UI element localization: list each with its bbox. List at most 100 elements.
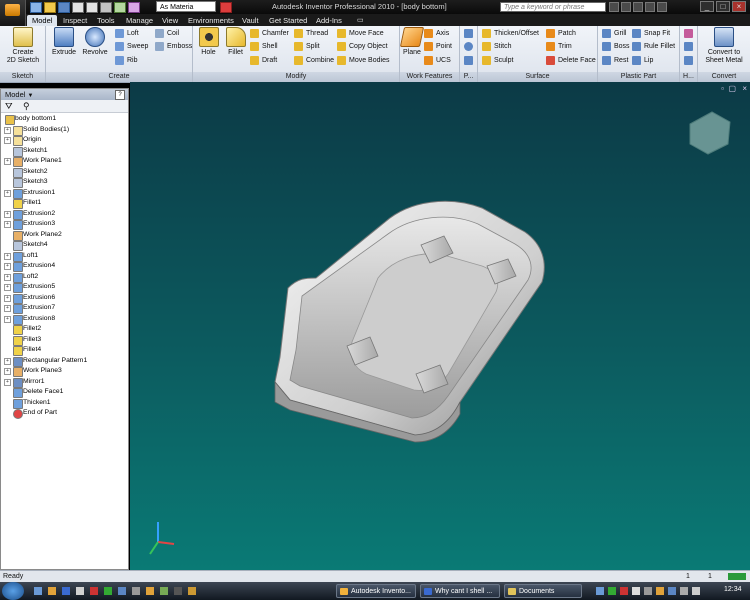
- maximize-button[interactable]: □: [716, 1, 730, 12]
- quicklaunch-icon-11[interactable]: [174, 587, 182, 595]
- expand-icon[interactable]: +: [4, 315, 11, 323]
- rib-button[interactable]: Rib: [115, 55, 138, 66]
- tab-add-ins[interactable]: Add-Ins: [311, 15, 347, 26]
- emboss-button[interactable]: Emboss: [155, 41, 192, 52]
- find-icon[interactable]: ⚲: [23, 101, 30, 112]
- harness-tool-3-button[interactable]: [684, 55, 694, 66]
- network-icon[interactable]: [680, 587, 688, 595]
- create-2d-sketch-button[interactable]: Create 2D Sketch: [4, 27, 42, 65]
- search-icon[interactable]: [609, 2, 619, 12]
- application-menu-button[interactable]: [0, 0, 26, 26]
- expand-icon[interactable]: +: [4, 305, 11, 312]
- sculpt-button[interactable]: Sculpt: [482, 55, 513, 66]
- tray-icon-6[interactable]: [656, 587, 664, 595]
- stitch-button[interactable]: Stitch: [482, 41, 512, 52]
- copy-object-button[interactable]: Copy Object: [337, 41, 388, 52]
- snap-fit-button[interactable]: Snap Fit: [632, 28, 670, 39]
- tray-icon-4[interactable]: [632, 587, 640, 595]
- new-icon[interactable]: [30, 2, 42, 13]
- thread-button[interactable]: Thread: [294, 28, 328, 39]
- thicken-offset-button[interactable]: Thicken/Offset: [482, 28, 539, 39]
- expand-icon[interactable]: +: [4, 158, 11, 165]
- quicklaunch-icon-12[interactable]: [188, 587, 196, 595]
- harness-tool-1-button[interactable]: [684, 28, 694, 39]
- save-icon[interactable]: [58, 2, 70, 13]
- undo-icon[interactable]: [72, 2, 84, 13]
- ie-icon[interactable]: [62, 587, 70, 595]
- graphics-viewport[interactable]: ▫ ▢ ×: [130, 82, 750, 570]
- quicklaunch-icon-8[interactable]: [132, 587, 140, 595]
- expand-icon[interactable]: +: [4, 189, 11, 197]
- help-icon[interactable]: [657, 2, 667, 12]
- axis-button[interactable]: Axis: [424, 28, 449, 39]
- volume-icon[interactable]: [692, 587, 700, 595]
- clock[interactable]: 12:34: [724, 586, 742, 593]
- split-button[interactable]: Split: [294, 41, 320, 52]
- convert-to-sheet-metal-button[interactable]: Convert to Sheet Metal: [700, 27, 748, 65]
- move-bodies-button[interactable]: Move Bodies: [337, 55, 389, 66]
- fillet-button[interactable]: Fillet: [223, 27, 248, 57]
- ucs-button[interactable]: UCS: [424, 55, 451, 66]
- rest-button[interactable]: Rest: [602, 55, 628, 66]
- coil-button[interactable]: Coil: [155, 28, 179, 39]
- expand-icon[interactable]: +: [4, 294, 11, 302]
- tray-icon-7[interactable]: [668, 587, 676, 595]
- expand-icon[interactable]: +: [4, 137, 11, 144]
- taskbar-item-documents[interactable]: Documents: [504, 584, 582, 598]
- harness-tool-2-button[interactable]: [684, 41, 694, 52]
- extrude-button[interactable]: Extrude: [50, 27, 78, 57]
- select-icon[interactable]: [114, 2, 126, 13]
- update-icon[interactable]: [128, 2, 140, 13]
- expand-icon[interactable]: +: [4, 357, 11, 365]
- expand-icon[interactable]: +: [4, 378, 11, 386]
- browser-header[interactable]: Model ▼ ?: [1, 89, 128, 100]
- revolve-button[interactable]: Revolve: [81, 27, 109, 57]
- return-icon[interactable]: [100, 2, 112, 13]
- rule-fillet-button[interactable]: Rule Fillet: [632, 41, 675, 52]
- boss-button[interactable]: Boss: [602, 41, 630, 52]
- circular-pattern-button[interactable]: [464, 41, 474, 52]
- subscription-icon[interactable]: [621, 2, 631, 12]
- redo-icon[interactable]: [86, 2, 98, 13]
- sweep-button[interactable]: Sweep: [115, 41, 148, 52]
- open-icon[interactable]: [44, 2, 56, 13]
- ribbon-toggle-icon[interactable]: ▭: [352, 15, 369, 26]
- patch-button[interactable]: Patch: [546, 28, 576, 39]
- expand-icon[interactable]: +: [4, 126, 11, 134]
- trim-button[interactable]: Trim: [546, 41, 572, 52]
- expand-icon[interactable]: +: [4, 368, 11, 375]
- hole-button[interactable]: Hole: [196, 27, 221, 57]
- view-cube-icon[interactable]: [689, 111, 731, 155]
- lip-button[interactable]: Lip: [632, 55, 653, 66]
- search-input[interactable]: Type a keyword or phrase: [500, 2, 606, 12]
- tab-inspect[interactable]: Inspect: [58, 15, 92, 26]
- shell-button[interactable]: Shell: [250, 41, 278, 52]
- expand-icon[interactable]: +: [4, 221, 11, 228]
- taskbar-item-inventor[interactable]: Autodesk Invento...: [336, 584, 416, 598]
- draft-button[interactable]: Draft: [250, 55, 277, 66]
- tray-icon-2[interactable]: [608, 587, 616, 595]
- tab-model[interactable]: Model: [27, 15, 58, 26]
- expand-icon[interactable]: +: [4, 263, 11, 270]
- tab-environments[interactable]: Environments: [183, 15, 239, 26]
- tray-icon-5[interactable]: [644, 587, 652, 595]
- quicklaunch-icon-9[interactable]: [146, 587, 154, 595]
- combine-button[interactable]: Combine: [294, 55, 334, 66]
- favorites-icon[interactable]: [645, 2, 655, 12]
- material-dropdown[interactable]: As Materia: [156, 1, 216, 12]
- quicklaunch-icon-4[interactable]: [76, 587, 84, 595]
- expand-icon[interactable]: +: [4, 210, 11, 218]
- help-icon[interactable]: ?: [115, 90, 125, 100]
- explorer-icon[interactable]: [48, 587, 56, 595]
- delete-face-button[interactable]: Delete Face: [546, 55, 596, 66]
- minimize-button[interactable]: _: [700, 1, 714, 12]
- expand-icon[interactable]: +: [4, 252, 11, 260]
- tab-tools[interactable]: Tools: [92, 15, 120, 26]
- tab-vault[interactable]: Vault: [237, 15, 264, 26]
- close-button[interactable]: ×: [732, 1, 746, 12]
- expand-icon[interactable]: +: [4, 273, 11, 281]
- start-button-icon[interactable]: [2, 582, 24, 600]
- mirror-button[interactable]: [464, 55, 474, 66]
- quicklaunch-icon-6[interactable]: [104, 587, 112, 595]
- tab-get-started[interactable]: Get Started: [264, 15, 312, 26]
